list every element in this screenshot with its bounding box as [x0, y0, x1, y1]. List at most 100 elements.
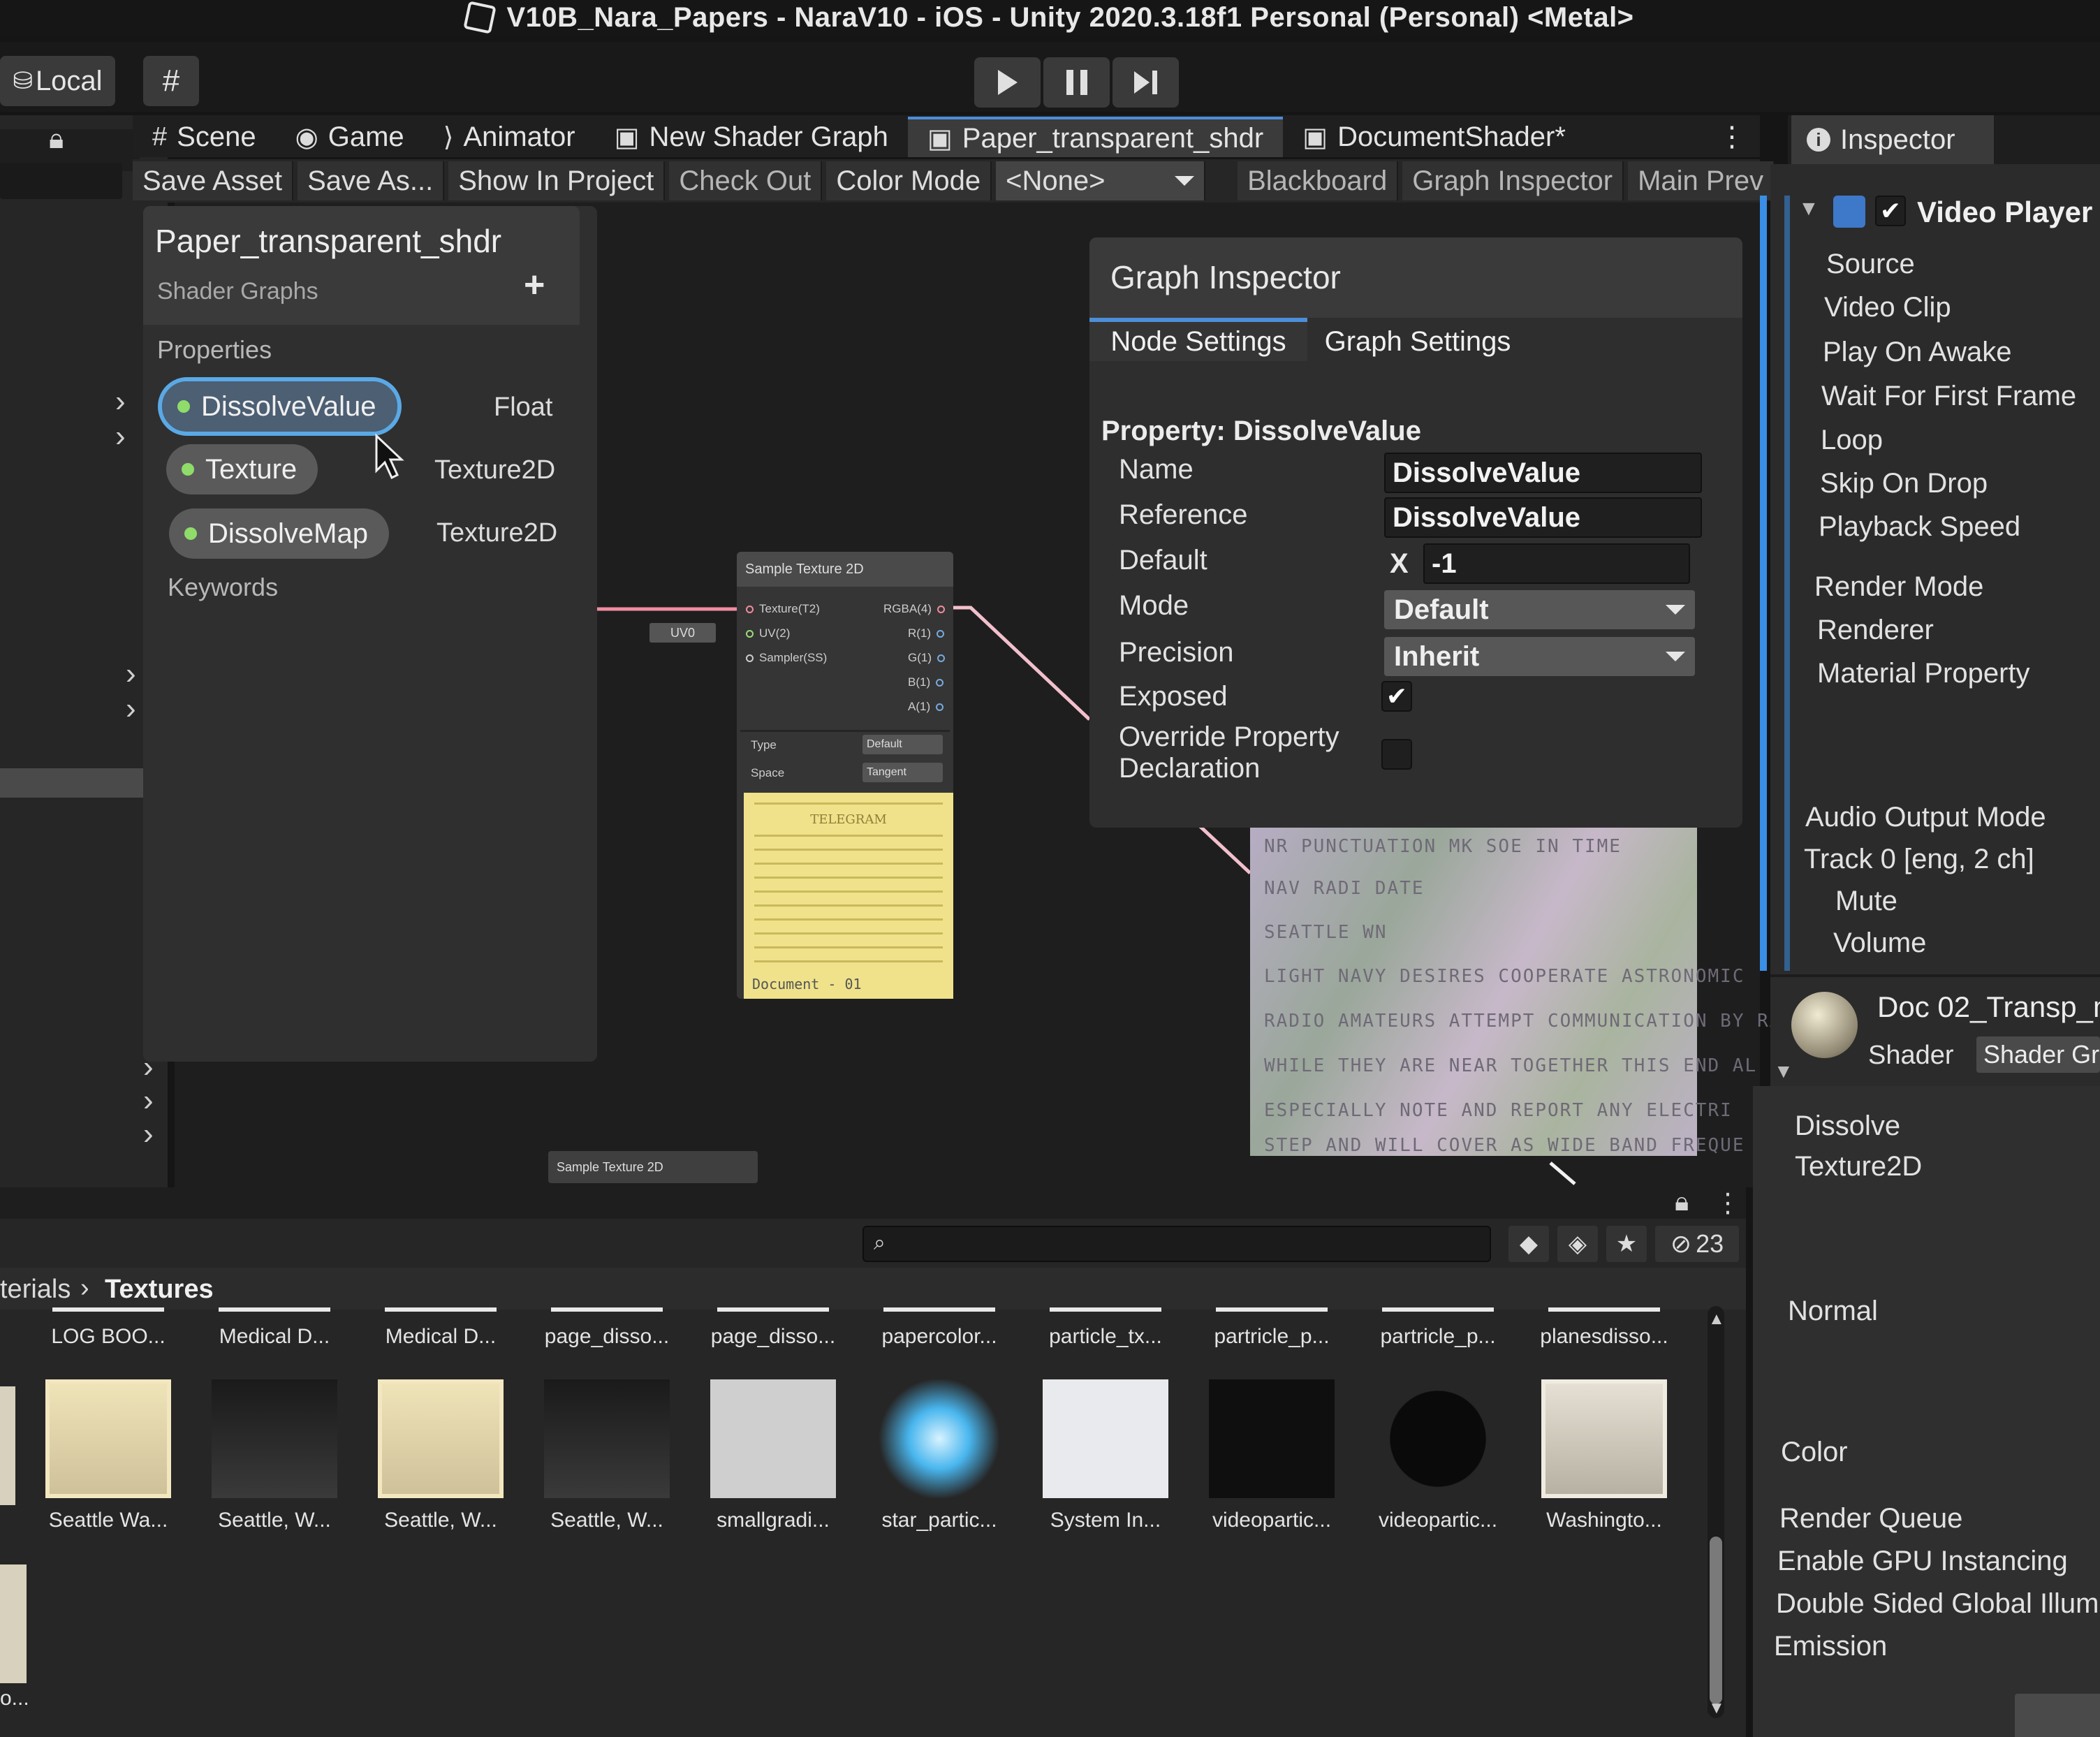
- scroll-down-icon[interactable]: ▼: [1708, 1699, 1725, 1718]
- field-mute: Mute: [1835, 886, 1897, 916]
- override-checkbox[interactable]: [1381, 739, 1412, 770]
- asset-name: Seattle, W...: [194, 1509, 355, 1532]
- asset-thumbnail-top[interactable]: [551, 1307, 663, 1312]
- asset-name: Medical D...: [194, 1325, 355, 1349]
- type-filter-icon: ◆: [1519, 1231, 1539, 1257]
- property-dot-icon: [184, 527, 197, 540]
- asset-thumbnail-top[interactable]: [717, 1307, 829, 1312]
- asset-label: Seattle, W...: [550, 1509, 663, 1532]
- property-texture[interactable]: Texture: [166, 444, 318, 494]
- material-prop-render-queue: Render Queue: [1779, 1503, 1963, 1534]
- asset-thumbnail-top[interactable]: [52, 1307, 164, 1312]
- lock-icon[interactable]: 🔒︎: [1675, 1187, 1689, 1217]
- asset-name: page_disso...: [527, 1325, 687, 1349]
- component-enabled-checkbox[interactable]: ✔: [1875, 196, 1906, 226]
- asset-thumbnail-top[interactable]: [1216, 1307, 1328, 1312]
- property-dissolvevalue[interactable]: DissolveValue: [158, 377, 402, 436]
- favorite-button[interactable]: ★: [1606, 1226, 1647, 1262]
- asset-thumbnail[interactable]: [876, 1379, 1002, 1498]
- breadcrumb: terials › Textures: [0, 1268, 1746, 1310]
- component-title: Video Player: [1917, 196, 2093, 228]
- asset-thumbnail[interactable]: [1043, 1379, 1168, 1498]
- exposed-checkbox[interactable]: ✔: [1381, 681, 1412, 712]
- asset-thumbnail-top[interactable]: [1382, 1307, 1494, 1312]
- material-prop-normal: Normal: [1788, 1296, 1878, 1326]
- scroll-up-icon[interactable]: ▲: [1708, 1310, 1725, 1329]
- reference-field[interactable]: DissolveValue: [1384, 497, 1702, 538]
- field-video-clip: Video Clip: [1824, 292, 1951, 323]
- asset-thumbnail[interactable]: [710, 1379, 836, 1498]
- project-search-input[interactable]: ⌕: [862, 1226, 1491, 1262]
- port-dot-icon: [746, 654, 754, 662]
- asset-thumbnail[interactable]: [212, 1379, 337, 1498]
- asset-thumbnail[interactable]: [1541, 1379, 1667, 1498]
- type-dropdown[interactable]: Default: [862, 735, 943, 754]
- precision-dropdown[interactable]: Inherit: [1384, 637, 1695, 676]
- add-component-button[interactable]: [2015, 1694, 2100, 1737]
- output-port[interactable]: B(1): [908, 675, 944, 689]
- asset-thumbnail-top[interactable]: [883, 1307, 995, 1312]
- output-port[interactable]: RGBA(4): [883, 602, 945, 616]
- output-port[interactable]: A(1): [908, 700, 944, 714]
- tab-label: Graph Settings: [1324, 325, 1511, 357]
- input-port[interactable]: Texture(T2): [746, 602, 820, 616]
- input-port[interactable]: UV(2): [746, 626, 790, 640]
- preview-text-line: WHILE THEY ARE NEAR TOGETHER THIS END AL: [1264, 1055, 1758, 1076]
- field-source: Source: [1826, 249, 1915, 279]
- field-track-0: Track 0 [eng, 2 ch]: [1804, 844, 2034, 874]
- output-port[interactable]: G(1): [908, 651, 945, 665]
- asset-label: videopartic...: [1378, 1509, 1498, 1532]
- asset-thumbnail[interactable]: [1209, 1379, 1335, 1498]
- hidden-packages-button[interactable]: ⊘ 23: [1655, 1226, 1739, 1262]
- breadcrumb-parent[interactable]: terials: [0, 1275, 71, 1305]
- info-icon: i: [1807, 128, 1830, 152]
- space-dropdown[interactable]: Tangent: [862, 763, 943, 782]
- field-audio-output-mode: Audio Output Mode: [1805, 802, 2046, 833]
- tab-label: Inspector: [1840, 124, 1955, 155]
- more-vertical-icon[interactable]: ⋮: [1714, 1187, 1741, 1219]
- asset-thumbnail[interactable]: [378, 1379, 504, 1498]
- asset-thumbnail[interactable]: [544, 1379, 670, 1498]
- default-value-field[interactable]: -1: [1423, 543, 1690, 584]
- property-type: Texture2D: [436, 518, 558, 548]
- material-prop-color: Color: [1781, 1437, 1848, 1467]
- override-label: Override Property: [1119, 721, 1339, 752]
- chevron-down-icon: [1666, 605, 1685, 615]
- asset-thumbnail[interactable]: [45, 1379, 171, 1498]
- mode-dropdown[interactable]: Default: [1384, 590, 1695, 629]
- tab-inspector[interactable]: i Inspector: [1791, 115, 1994, 164]
- property-type: Texture2D: [434, 455, 556, 485]
- asset-thumbnail-partial[interactable]: [0, 1564, 27, 1683]
- input-port[interactable]: Sampler(SS): [746, 651, 827, 665]
- asset-name: partricle_p...: [1191, 1325, 1352, 1349]
- asset-thumbnail[interactable]: [1375, 1379, 1501, 1498]
- foldout-arrow-icon[interactable]: ▼: [1798, 197, 1819, 221]
- asset-thumbnail-top[interactable]: [385, 1307, 497, 1312]
- name-field[interactable]: DissolveValue: [1384, 453, 1702, 493]
- filter-by-type-button[interactable]: ◆: [1508, 1226, 1549, 1262]
- main-preview[interactable]: NR PUNCTUATION MK SOE IN TIME NAV RADI D…: [1250, 828, 1805, 1156]
- asset-thumbnail-top[interactable]: [1050, 1307, 1161, 1312]
- tab-node-settings[interactable]: Node Settings: [1089, 318, 1307, 361]
- tab-graph-settings[interactable]: Graph Settings: [1313, 321, 1522, 362]
- asset-thumbnail-top[interactable]: [1548, 1307, 1660, 1312]
- preview-text-line: NR PUNCTUATION MK SOE IN TIME: [1264, 836, 1622, 857]
- foldout-arrow-icon[interactable]: ▼: [1774, 1060, 1793, 1083]
- property-dissolvemap[interactable]: DissolveMap: [169, 508, 389, 559]
- add-property-button[interactable]: +: [524, 264, 545, 306]
- sample-texture-node-collapsed[interactable]: Sample Texture 2D: [548, 1151, 758, 1183]
- project-scrollbar-thumb[interactable]: [1710, 1537, 1722, 1704]
- asset-label: page_disso...: [710, 1325, 836, 1348]
- filter-by-label-button[interactable]: ◈: [1557, 1226, 1598, 1262]
- port-label: Texture(T2): [759, 602, 820, 615]
- uv-chip[interactable]: UV0: [649, 623, 716, 643]
- asset-thumbnail-top[interactable]: [219, 1307, 330, 1312]
- asset-thumbnail-partial[interactable]: [0, 1386, 15, 1505]
- tag-icon: ◈: [1568, 1231, 1587, 1257]
- asset-name: partricle_p...: [1358, 1325, 1518, 1349]
- shader-dropdown[interactable]: Shader Gr: [1976, 1036, 2100, 1073]
- exposed-label: Exposed: [1119, 681, 1228, 712]
- property-dot-icon: [182, 463, 194, 476]
- output-port[interactable]: R(1): [908, 626, 945, 640]
- asset-label: particle_tx...: [1049, 1325, 1162, 1348]
